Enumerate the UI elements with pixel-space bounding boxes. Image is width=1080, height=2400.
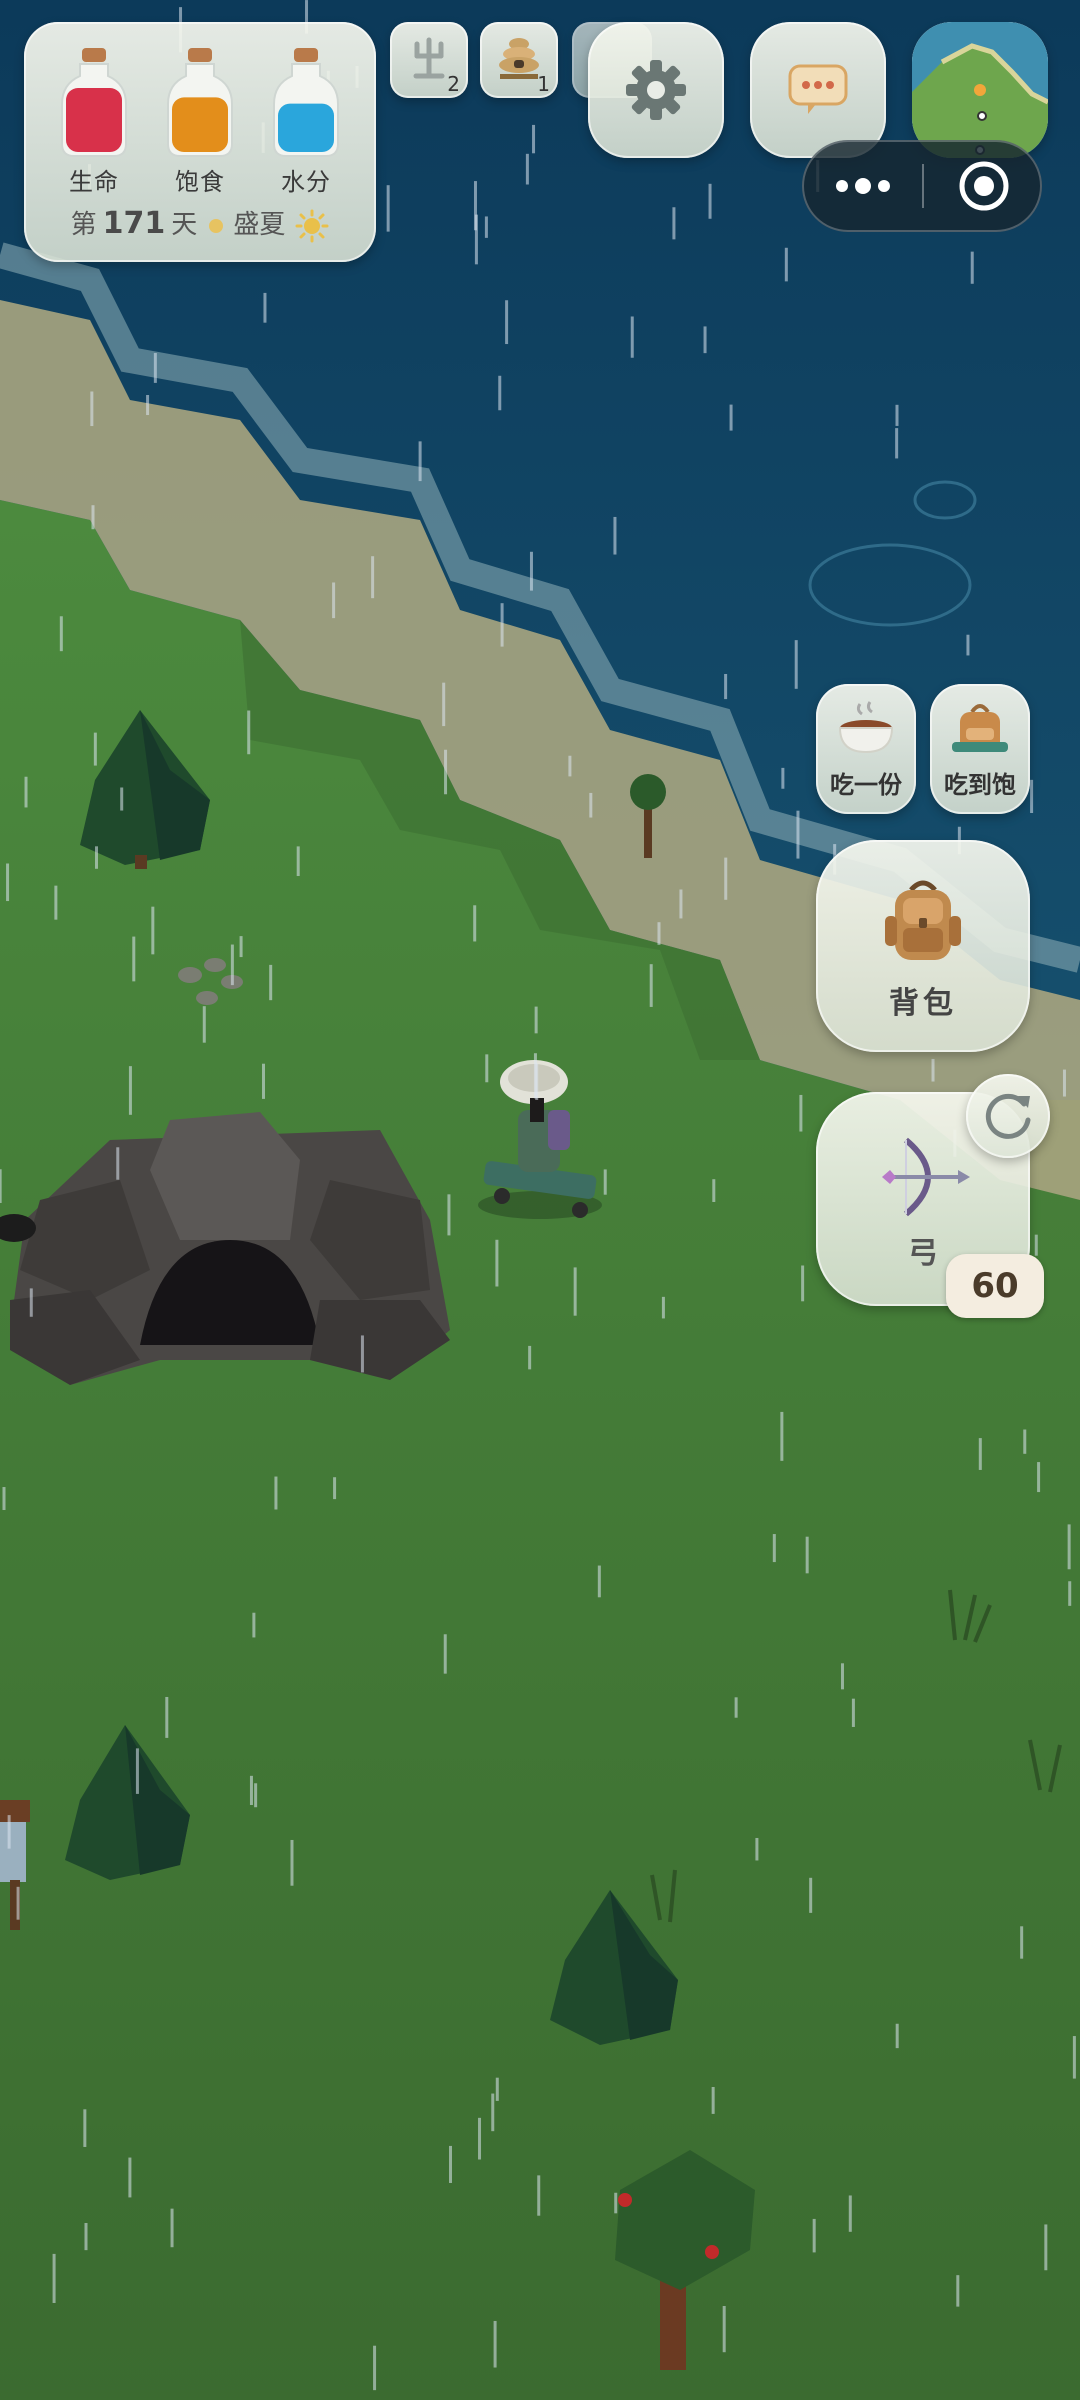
chat-bubble-icon: [788, 64, 848, 114]
season-label: 盛夏: [233, 210, 286, 240]
season-dot-icon: [209, 218, 224, 233]
backpack-label: 背包: [889, 986, 957, 1021]
eat-one-button[interactable]: 吃一份: [816, 684, 916, 814]
refresh-icon: [985, 1093, 1031, 1139]
system-capsule: [802, 140, 1042, 232]
quick-slot-totem-count: 2: [447, 72, 460, 96]
gear-icon: [626, 60, 686, 120]
chat-button[interactable]: [750, 22, 886, 158]
health-label: 生命: [69, 168, 119, 196]
quick-slot-beehive-count: 1: [537, 72, 550, 96]
day-suffix: 天: [171, 210, 198, 240]
water-label: 水分: [281, 168, 331, 196]
day-number: 171: [102, 206, 166, 241]
health-bottle-icon: [61, 48, 127, 157]
soup-bowl-icon: [838, 701, 894, 754]
reload-button[interactable]: [966, 1074, 1050, 1158]
eat-full-label: 吃到饱: [944, 771, 1016, 799]
quick-slot-beehive[interactable]: 1: [480, 22, 558, 98]
minimap: [912, 22, 1048, 158]
ammo-count: 60: [946, 1254, 1044, 1318]
backpack-icon: [885, 880, 961, 960]
hunger-label: 饱食: [175, 168, 225, 196]
more-dots-icon[interactable]: [828, 166, 898, 206]
settings-button[interactable]: [588, 22, 724, 158]
day-counter: 第 171 天 盛夏: [24, 204, 376, 243]
stats-panel: 生命 饱食 水分 第 171 天 盛夏: [24, 22, 376, 262]
bow-icon: [882, 1137, 970, 1217]
quick-slot-totem[interactable]: 2: [390, 22, 468, 98]
record-circle-icon[interactable]: [956, 158, 1012, 214]
food-bag-icon: [952, 704, 1008, 752]
hunger-jar: 饱食: [160, 44, 240, 196]
eat-one-label: 吃一份: [830, 771, 902, 799]
water-jar: 水分: [266, 44, 346, 196]
sun-icon: [295, 209, 329, 242]
minimap-button[interactable]: [912, 22, 1048, 158]
health-level: [66, 88, 122, 152]
day-prefix: 第: [70, 210, 97, 240]
hunger-level: [172, 97, 228, 152]
health-jar: 生命: [54, 44, 134, 196]
water-bottle-icon: [273, 48, 339, 157]
capsule-divider: [922, 164, 924, 208]
backpack-button[interactable]: 背包: [816, 840, 1030, 1052]
hunger-bottle-icon: [167, 48, 233, 157]
water-level: [278, 103, 334, 152]
eat-full-button[interactable]: 吃到饱: [930, 684, 1030, 814]
